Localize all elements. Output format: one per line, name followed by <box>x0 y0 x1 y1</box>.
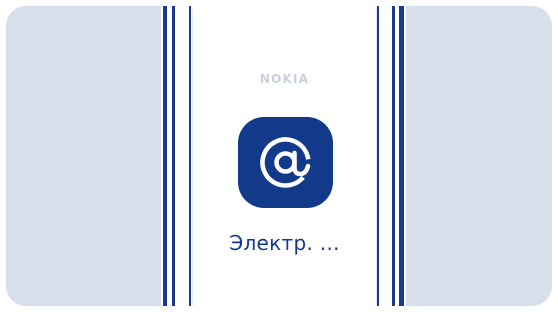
email-app-icon[interactable] <box>238 117 333 208</box>
phone-edge-left-inner <box>172 6 175 306</box>
phone-edge-right-inner <box>392 6 395 306</box>
at-sign-icon <box>260 137 311 188</box>
phone-screen: NOKIA Электр. ... <box>192 9 377 306</box>
screen-edge-right <box>377 6 379 306</box>
nokia-logo: NOKIA <box>259 72 310 86</box>
email-app-label[interactable]: Электр. ... <box>193 231 376 255</box>
screen-edge-left <box>189 6 191 306</box>
phone-edge-right-outer <box>399 6 404 306</box>
illustration-frame: NOKIA Электр. ... <box>6 6 552 306</box>
phone-edge-left-outer <box>163 6 167 306</box>
